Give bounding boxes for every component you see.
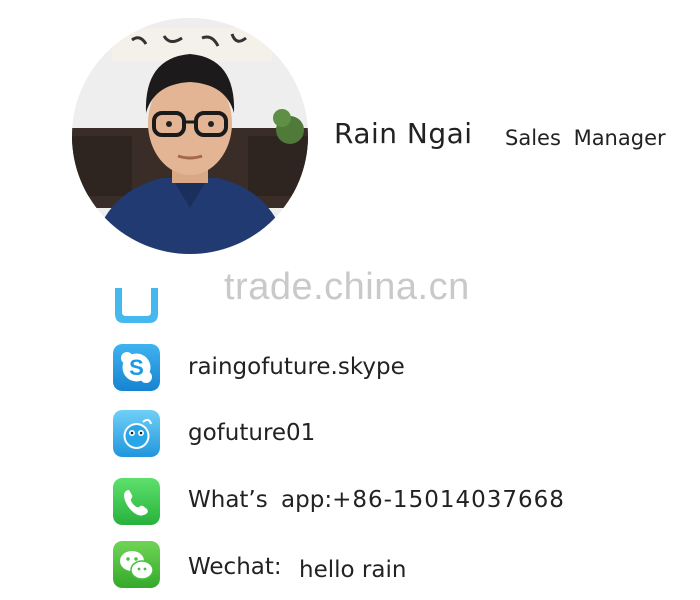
- skype-icon: S: [113, 344, 160, 391]
- whatsapp-label: What’s app:: [188, 487, 333, 513]
- watermark: trade.china.cn: [224, 266, 470, 308]
- profile-photo-illustration: [72, 18, 308, 254]
- profile-title: Sales Manager: [505, 126, 666, 150]
- whatsapp-icon: [113, 478, 160, 525]
- wechat-id: hello rain: [299, 557, 407, 583]
- qq-icon: [113, 410, 160, 457]
- svg-text:S: S: [129, 355, 144, 380]
- skype-id: raingofuture.skype: [188, 354, 405, 380]
- profile-photo: [72, 18, 308, 254]
- whatsapp-number: +86-15014037668: [332, 487, 565, 513]
- wechat-label: Wechat:: [188, 554, 282, 580]
- wechat-icon: [113, 541, 160, 588]
- qq-id: gofuture01: [188, 420, 316, 446]
- whatsapp-line: What’s app:+86-15014037668: [188, 487, 565, 513]
- profile-name: Rain Ngai: [334, 117, 473, 150]
- cropped-icon: [113, 278, 160, 325]
